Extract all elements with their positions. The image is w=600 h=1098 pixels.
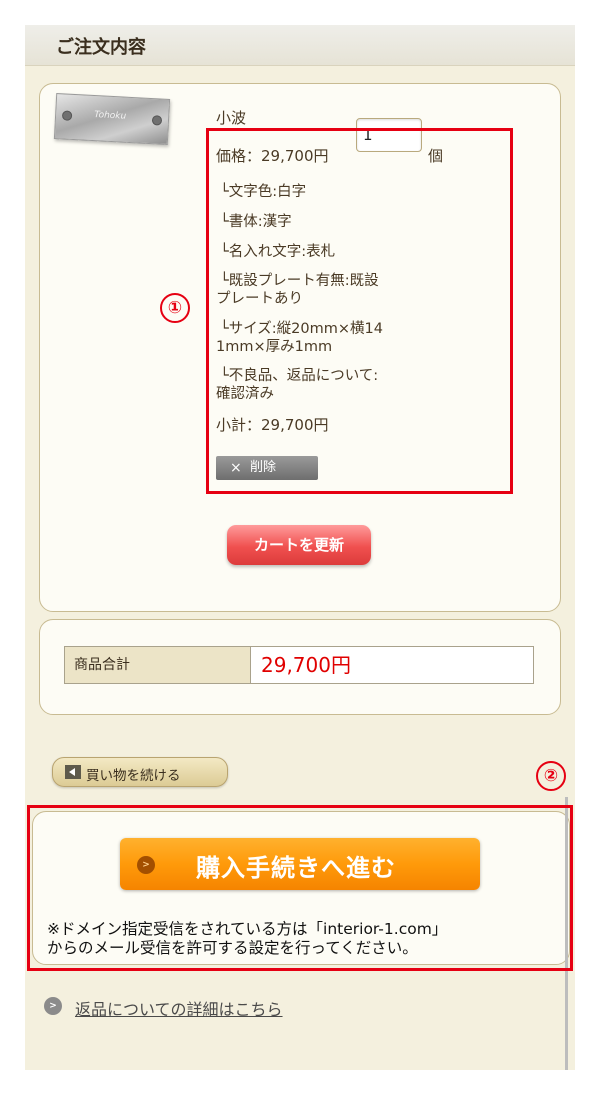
totals-table: 商品合計 29,700円 [64,646,534,684]
arrow-left-icon [65,765,81,779]
annotation-box-1 [206,128,513,494]
continue-shopping-button[interactable]: 買い物を続ける [52,757,228,787]
product-thumbnail[interactable]: Tohoku [53,93,171,145]
thumbnail-engraving-text: Tohoku [93,110,127,122]
annotation-box-2 [27,805,573,971]
annotation-marker-1: ① [160,293,190,323]
update-cart-button[interactable]: カートを更新 [227,525,371,565]
continue-shopping-label: 買い物を続ける [86,768,181,784]
section-header: ご注文内容 [25,25,575,66]
returns-details-link[interactable]: 返品についての詳細はこちら [75,996,283,1020]
annotation-marker-2: ② [536,761,566,791]
product-name[interactable]: 小波 [216,110,246,127]
chevron-right-icon: > [44,997,62,1015]
total-value: 29,700円 [261,653,351,677]
total-label: 商品合計 [65,647,251,683]
page-title: ご注文内容 [56,37,146,58]
